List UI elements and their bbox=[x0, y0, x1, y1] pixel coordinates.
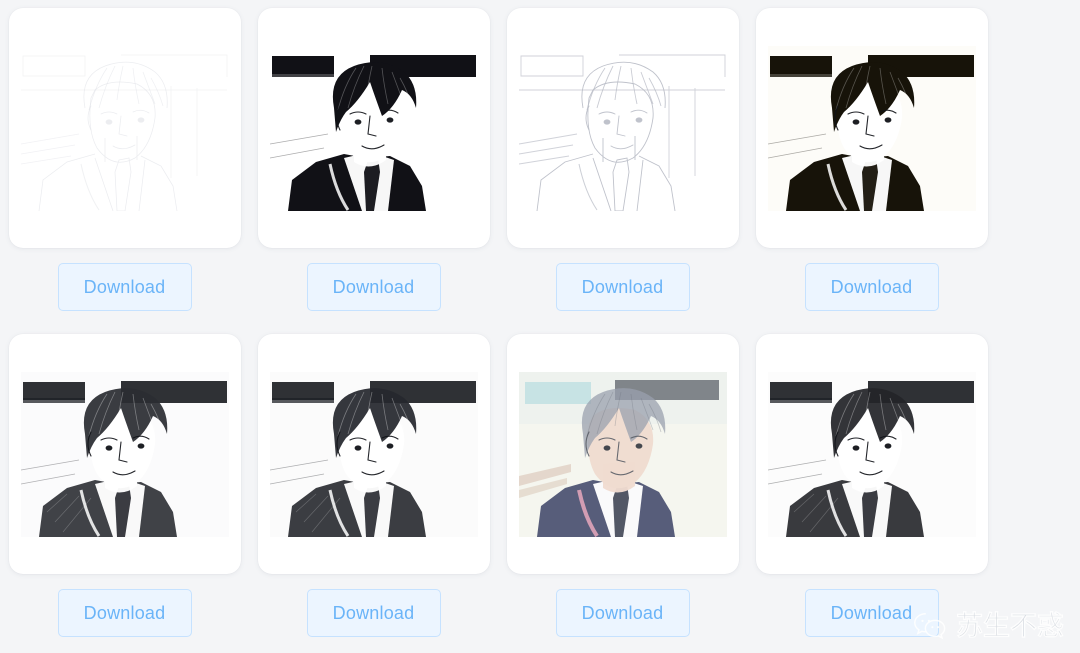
result-thumbnail bbox=[767, 45, 976, 211]
download-row: Download bbox=[498, 574, 747, 652]
result-thumbnail bbox=[269, 45, 478, 211]
download-row: Download bbox=[249, 248, 498, 326]
result-cell: Download bbox=[0, 0, 249, 326]
result-thumbnail bbox=[767, 371, 976, 537]
download-row: Download bbox=[747, 574, 996, 652]
result-cell: Download bbox=[498, 326, 747, 652]
result-cell: Download bbox=[498, 0, 747, 326]
result-card[interactable] bbox=[257, 8, 490, 248]
download-button[interactable]: Download bbox=[555, 589, 690, 637]
results-grid: Download Download Download Download Down… bbox=[0, 0, 1080, 652]
download-button[interactable]: Download bbox=[555, 263, 690, 311]
result-card[interactable] bbox=[506, 334, 739, 574]
download-row: Download bbox=[498, 248, 747, 326]
result-cell: Download bbox=[747, 326, 996, 652]
result-card[interactable] bbox=[506, 8, 739, 248]
result-thumbnail bbox=[269, 371, 478, 537]
result-card[interactable] bbox=[755, 334, 988, 574]
result-thumbnail bbox=[20, 45, 229, 211]
result-thumbnail bbox=[518, 45, 727, 211]
result-card[interactable] bbox=[257, 334, 490, 574]
download-button[interactable]: Download bbox=[804, 589, 939, 637]
download-button[interactable]: Download bbox=[57, 263, 192, 311]
result-thumbnail bbox=[20, 371, 229, 537]
result-card[interactable] bbox=[755, 8, 988, 248]
download-row: Download bbox=[249, 574, 498, 652]
download-button[interactable]: Download bbox=[804, 263, 939, 311]
result-card[interactable] bbox=[8, 334, 241, 574]
download-row: Download bbox=[0, 574, 249, 652]
result-cell: Download bbox=[249, 326, 498, 652]
result-thumbnail bbox=[518, 371, 727, 537]
result-cell: Download bbox=[747, 0, 996, 326]
download-row: Download bbox=[0, 248, 249, 326]
download-row: Download bbox=[747, 248, 996, 326]
result-cell: Download bbox=[0, 326, 249, 652]
result-cell: Download bbox=[249, 0, 498, 326]
download-button[interactable]: Download bbox=[306, 589, 441, 637]
results-page: Download Download Download Download Down… bbox=[0, 0, 1080, 653]
result-card[interactable] bbox=[8, 8, 241, 248]
download-button[interactable]: Download bbox=[57, 589, 192, 637]
download-button[interactable]: Download bbox=[306, 263, 441, 311]
